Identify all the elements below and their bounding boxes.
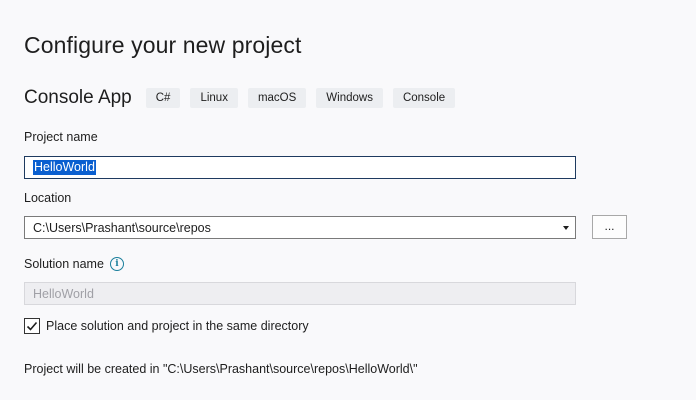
page-title: Configure your new project bbox=[24, 32, 302, 58]
location-label: Location bbox=[24, 191, 72, 205]
browse-location-button[interactable]: ... bbox=[592, 215, 627, 239]
project-name-label: Project name bbox=[24, 130, 98, 144]
template-header: Console App C# Linux macOS Windows Conso… bbox=[24, 87, 465, 109]
template-name: Console App bbox=[24, 87, 132, 108]
location-combobox[interactable]: C:\Users\Prashant\source\repos bbox=[24, 216, 576, 239]
tag-language: C# bbox=[145, 88, 181, 108]
same-directory-checkbox[interactable] bbox=[24, 318, 40, 334]
tag-platform-macos: macOS bbox=[247, 88, 307, 108]
same-directory-option[interactable]: Place solution and project in the same d… bbox=[24, 318, 309, 334]
location-value: C:\Users\Prashant\source\repos bbox=[33, 220, 211, 235]
tag-platform-linux: Linux bbox=[190, 88, 238, 108]
solution-name-label: Solution name bbox=[24, 257, 104, 271]
project-name-value: HelloWorld bbox=[33, 160, 96, 175]
configure-project-page: Configure your new project Console App C… bbox=[0, 0, 696, 400]
project-name-input[interactable]: HelloWorld bbox=[24, 156, 576, 179]
project-path-summary: Project will be created in "C:\Users\Pra… bbox=[24, 362, 418, 376]
solution-name-value: HelloWorld bbox=[33, 286, 94, 301]
checkmark-icon bbox=[26, 321, 38, 331]
solution-name-input: HelloWorld bbox=[24, 282, 576, 305]
info-icon[interactable]: i bbox=[109, 257, 124, 271]
tag-project-type: Console bbox=[392, 88, 456, 108]
same-directory-label: Place solution and project in the same d… bbox=[46, 319, 309, 333]
tag-platform-windows: Windows bbox=[316, 88, 383, 108]
solution-name-label-row: Solution name i bbox=[24, 257, 124, 271]
chevron-down-icon[interactable] bbox=[563, 225, 569, 230]
